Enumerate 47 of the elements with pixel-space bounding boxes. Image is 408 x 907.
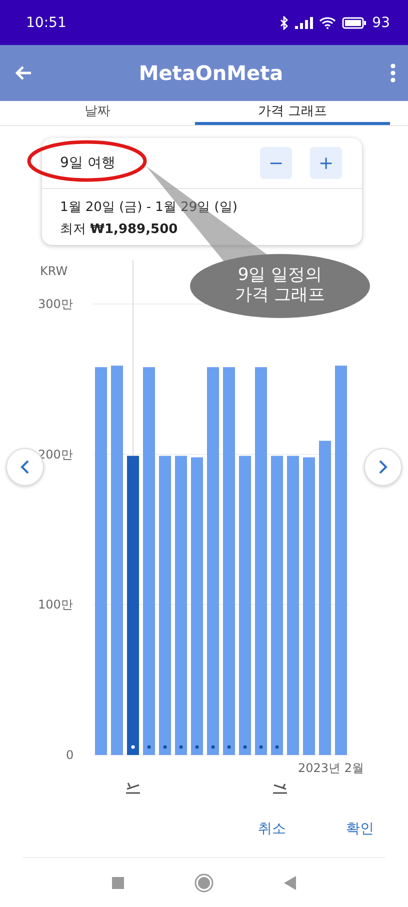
next-button[interactable]: [364, 448, 402, 486]
price-bar[interactable]: [207, 367, 219, 755]
price-bar[interactable]: [127, 456, 139, 755]
signal-icon: [295, 16, 314, 28]
dialog-action[interactable]: 확인: [344, 818, 376, 840]
battery-level: 93: [372, 14, 390, 30]
increase-button[interactable]: +: [310, 147, 342, 179]
chevron-right-icon: [378, 460, 388, 474]
price-bar[interactable]: [191, 457, 203, 755]
price-bar[interactable]: [255, 367, 267, 755]
wifi-icon: [319, 16, 336, 29]
price-bar[interactable]: [303, 457, 315, 755]
price-bar[interactable]: [335, 366, 347, 755]
price-bar[interactable]: [111, 366, 123, 755]
home-icon[interactable]: [194, 872, 214, 892]
trip-duration: 9일 여행: [60, 154, 116, 172]
price-bar[interactable]: [287, 456, 299, 755]
bluetooth-icon: [280, 16, 290, 30]
app-title: MetaOnMeta: [138, 61, 284, 85]
tab[interactable]: 날짜: [0, 99, 195, 125]
lowest-price: 최저 ₩1,989,500: [60, 221, 179, 238]
back-icon[interactable]: [284, 876, 296, 890]
callout-bubble: 9일 일정의 가격 그래프: [190, 254, 370, 318]
menu-button[interactable]: [388, 61, 398, 85]
price-bar[interactable]: [143, 367, 155, 755]
tick-label: 100만: [38, 598, 73, 612]
departure-icon: [125, 780, 141, 794]
tick-label: 0: [66, 748, 74, 760]
tick-label: 200만: [38, 447, 73, 462]
price-bar[interactable]: [223, 367, 235, 755]
battery-icon: [342, 16, 366, 28]
chevron-left-icon: [20, 460, 30, 474]
price-bar[interactable]: [95, 367, 107, 755]
clock: 10:51: [26, 14, 66, 30]
tick-label: 300만: [38, 297, 73, 311]
decrease-button[interactable]: −: [260, 147, 292, 179]
axis-label: KRW: [40, 264, 68, 278]
tab[interactable]: 가격 그래프: [195, 99, 390, 125]
price-bar[interactable]: [319, 440, 331, 755]
price-bar[interactable]: [175, 456, 187, 755]
month-label: 2023년 2월: [298, 760, 364, 777]
recents-icon[interactable]: [112, 876, 124, 888]
trip-dates: 1월 20일 (금) - 1월 29일 (일): [60, 199, 238, 216]
dialog-action[interactable]: 취소: [256, 818, 288, 840]
price-bar[interactable]: [271, 456, 283, 755]
price-bar[interactable]: [239, 456, 251, 755]
price-bar[interactable]: [159, 456, 171, 755]
